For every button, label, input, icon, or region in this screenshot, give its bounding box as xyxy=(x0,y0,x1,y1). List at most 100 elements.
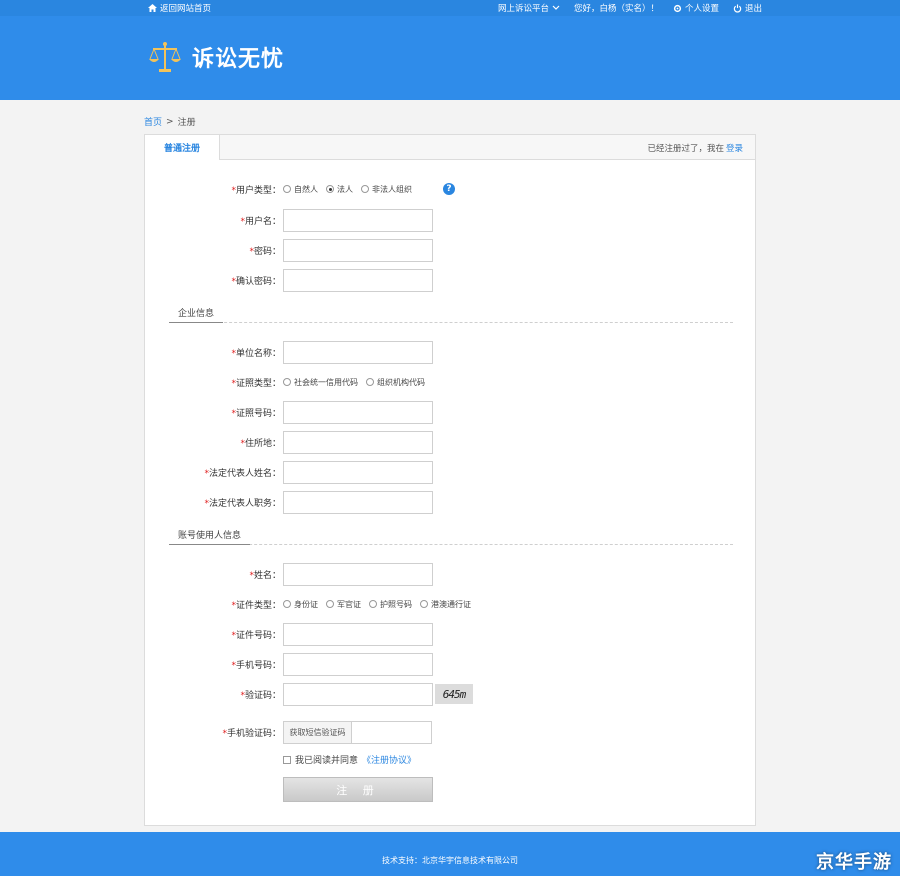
radio-id-card[interactable]: 身份证 xyxy=(283,599,318,610)
login-link[interactable]: 登录 xyxy=(726,142,743,154)
radio-circle xyxy=(361,185,369,193)
license-no-label: *证照号码： xyxy=(231,408,281,419)
footer-text: 技术支持：北京华宇信息技术有限公司 xyxy=(382,856,518,865)
radio-circle xyxy=(366,378,374,386)
captcha-label: *验证码： xyxy=(240,690,281,701)
logout-label: 退出 xyxy=(744,4,762,14)
section-title: 账号使用人信息 xyxy=(169,528,251,545)
confirm-password-input[interactable] xyxy=(283,268,433,292)
id-type-row: *证件类型： 身份证 军官证 护照号码 港澳通行证 xyxy=(145,592,757,616)
section-account-user-info: 账号使用人信息 xyxy=(169,527,733,545)
login-prompt-text: 已经注册过了，我在 xyxy=(647,143,724,154)
register-button[interactable]: 注 册 xyxy=(283,777,433,802)
user-type-radios: 自然人 法人 非法人组织 xyxy=(283,184,412,195)
captcha-image[interactable]: 645m xyxy=(435,684,473,704)
logo-title: 诉讼无忧 xyxy=(192,47,285,72)
user-greeting: 您好，白杨（实名）！ xyxy=(573,4,659,14)
help-icon[interactable]: ? xyxy=(443,183,455,195)
radio-circle xyxy=(283,600,291,608)
sms-code-group: 获取短信验证码 xyxy=(283,720,432,744)
confirm-password-row: *确认密码： xyxy=(145,268,757,292)
breadcrumb: 首页 > 注册 xyxy=(144,115,196,129)
section-title: 企业信息 xyxy=(169,306,224,323)
address-label: *住所地： xyxy=(240,438,281,449)
radio-circle xyxy=(420,600,428,608)
sms-code-input[interactable] xyxy=(352,721,431,743)
home-link-label: 返回网站首页 xyxy=(160,4,212,14)
company-name-row: *单位名称： xyxy=(145,340,757,364)
id-no-row: *证件号码： xyxy=(145,622,757,646)
sms-code-row: *手机验证码： 获取短信验证码 xyxy=(145,720,757,744)
license-type-row: *证照类型： 社会统一信用代码 组织机构代码 xyxy=(145,370,757,394)
login-prompt: 已经注册过了，我在 登录 xyxy=(647,135,743,160)
username-input[interactable] xyxy=(283,208,433,232)
home-link[interactable]: 返回网站首页 xyxy=(148,2,211,14)
gear-icon xyxy=(673,4,682,12)
user-type-label: *用户类型： xyxy=(231,185,281,196)
radio-circle xyxy=(283,378,291,386)
captcha-input[interactable] xyxy=(283,682,433,706)
top-bar: 返回网站首页 网上诉讼平台 您好，白杨（实名）！ 个人设置 退出 xyxy=(0,0,900,16)
footer: 技术支持：北京华宇信息技术有限公司 xyxy=(0,832,900,876)
chevron-down-icon xyxy=(552,5,560,10)
name-label: *姓名： xyxy=(249,570,281,581)
legal-rep-title-label: *法定代表人职务： xyxy=(204,498,281,509)
radio-org-code[interactable]: 组织机构代码 xyxy=(366,377,425,388)
logout-link[interactable]: 退出 xyxy=(733,2,762,14)
id-no-input[interactable] xyxy=(283,622,433,646)
address-row: *住所地： xyxy=(145,430,757,454)
scales-icon xyxy=(149,42,181,72)
sms-code-label: *手机验证码： xyxy=(222,728,281,739)
breadcrumb-home[interactable]: 首页 xyxy=(144,115,162,128)
radio-circle-selected xyxy=(326,185,334,193)
site-logo[interactable]: 诉讼无忧 xyxy=(148,40,284,74)
captcha-row: *验证码： 645m xyxy=(145,682,757,706)
legal-rep-title-row: *法定代表人职务： xyxy=(145,490,757,514)
agree-checkbox[interactable] xyxy=(283,755,291,764)
agree-text: 我已阅读并同意 xyxy=(295,756,359,766)
legal-rep-name-label: *法定代表人姓名： xyxy=(204,468,281,479)
header-banner xyxy=(0,16,900,100)
password-input[interactable] xyxy=(283,238,433,262)
company-name-label: *单位名称： xyxy=(231,348,281,359)
breadcrumb-separator: > xyxy=(166,116,174,127)
company-name-input[interactable] xyxy=(283,340,433,364)
id-type-radios: 身份证 军官证 护照号码 港澳通行证 xyxy=(283,599,471,610)
radio-credit-code[interactable]: 社会统一信用代码 xyxy=(283,377,358,388)
phone-label: *手机号码： xyxy=(231,660,281,671)
user-type-row: *用户类型： 自然人 法人 非法人组织 ? xyxy=(145,177,757,201)
panel-header: 普通注册 已经注册过了，我在 登录 xyxy=(145,135,755,160)
legal-rep-name-input[interactable] xyxy=(283,460,433,484)
radio-legal-person[interactable]: 法人 xyxy=(326,184,353,195)
section-company-info: 企业信息 xyxy=(169,305,733,323)
watermark: 京华手游 xyxy=(816,852,892,873)
tab-normal-register[interactable]: 普通注册 xyxy=(145,135,220,160)
name-input[interactable] xyxy=(283,562,433,586)
radio-officer-card[interactable]: 军官证 xyxy=(326,599,361,610)
radio-hk-macau-permit[interactable]: 港澳通行证 xyxy=(420,599,471,610)
settings-link[interactable]: 个人设置 xyxy=(673,2,719,14)
radio-circle xyxy=(283,185,291,193)
home-icon xyxy=(148,4,157,12)
radio-passport[interactable]: 护照号码 xyxy=(369,599,412,610)
power-icon xyxy=(733,3,742,12)
platform-label: 网上诉讼平台 xyxy=(497,4,549,14)
license-no-input[interactable] xyxy=(283,400,433,424)
radio-natural-person[interactable]: 自然人 xyxy=(283,184,318,195)
breadcrumb-current: 注册 xyxy=(177,118,196,128)
agreement-link[interactable]: 《注册协议》 xyxy=(362,753,416,766)
radio-non-legal-org[interactable]: 非法人组织 xyxy=(361,184,412,195)
agreement-row: 我已阅读并同意 《注册协议》 xyxy=(283,753,416,766)
radio-circle xyxy=(326,600,334,608)
id-no-label: *证件号码： xyxy=(231,630,281,641)
register-panel: 普通注册 已经注册过了，我在 登录 *用户类型： 自然人 法人 非法人组织 ? … xyxy=(144,134,756,826)
password-row: *密码： xyxy=(145,238,757,262)
platform-dropdown[interactable]: 网上诉讼平台 xyxy=(498,2,560,14)
address-input[interactable] xyxy=(283,430,433,454)
phone-row: *手机号码： xyxy=(145,652,757,676)
phone-input[interactable] xyxy=(283,652,433,676)
username-label: *用户名： xyxy=(240,216,281,227)
legal-rep-title-input[interactable] xyxy=(283,490,433,514)
get-sms-code-button[interactable]: 获取短信验证码 xyxy=(284,721,352,743)
license-type-radios: 社会统一信用代码 组织机构代码 xyxy=(283,377,425,388)
